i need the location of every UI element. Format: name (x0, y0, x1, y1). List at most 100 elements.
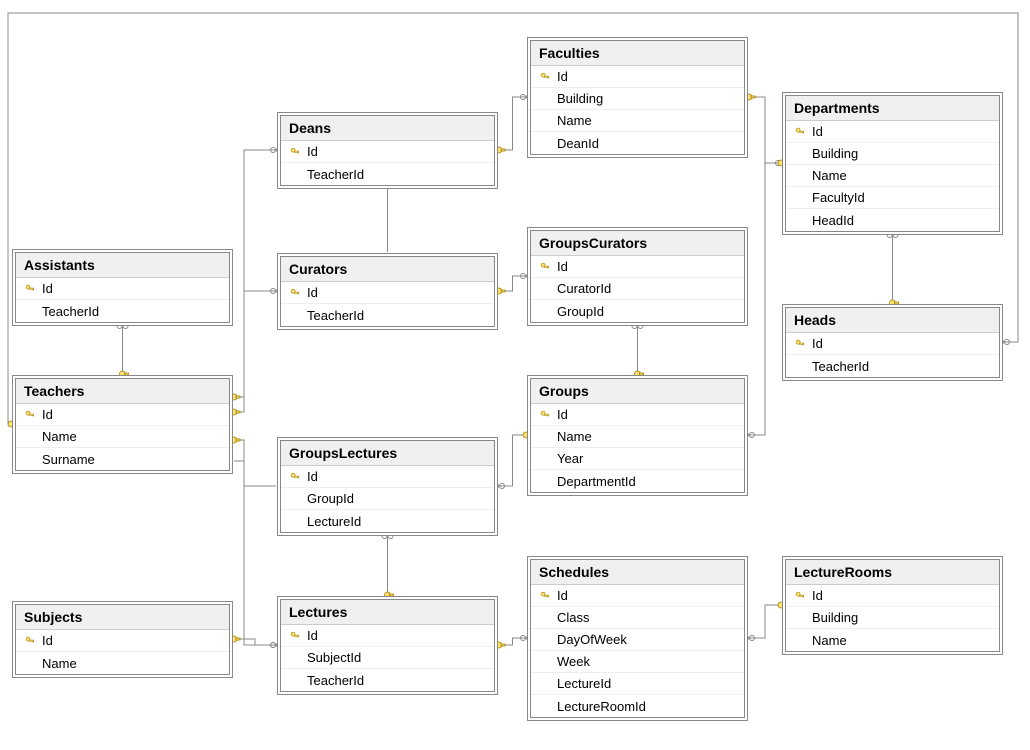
column-name: DepartmentId (553, 474, 636, 489)
column-name: TeacherId (303, 167, 364, 182)
column-name: Id (808, 588, 823, 603)
table-column: Id (531, 585, 744, 607)
table-lectures[interactable]: LecturesIdSubjectIdTeacherId (280, 599, 495, 692)
primary-key-icon (22, 284, 38, 294)
table-title: Heads (786, 308, 999, 333)
table-column: Id (281, 466, 494, 488)
table-column: Id (281, 282, 494, 304)
table-column: Id (16, 630, 229, 652)
table-title: LectureRooms (786, 560, 999, 585)
table-deans[interactable]: DeansIdTeacherId (280, 115, 495, 186)
column-name: Id (553, 588, 568, 603)
primary-key-icon (792, 127, 808, 137)
table-column: TeacherId (16, 300, 229, 322)
column-name: Building (808, 610, 858, 625)
primary-key-icon (537, 262, 553, 272)
column-name: Id (553, 259, 568, 274)
table-column: TeacherId (281, 163, 494, 185)
column-name: Year (553, 451, 583, 466)
table-title: GroupsCurators (531, 231, 744, 256)
table-title: Teachers (16, 379, 229, 404)
relationship-line (499, 97, 526, 150)
column-name: LectureId (303, 514, 361, 529)
relationship-line (749, 163, 781, 435)
primary-key-icon (537, 72, 553, 82)
column-name: TeacherId (808, 359, 869, 374)
column-name: Id (303, 628, 318, 643)
table-column: Id (281, 141, 494, 163)
column-name: Id (303, 469, 318, 484)
column-name: TeacherId (38, 304, 99, 319)
table-groupscurators[interactable]: GroupsCurators Id CuratorId GroupId (530, 230, 745, 323)
table-lecturerooms[interactable]: LectureRooms Id Building Name (785, 559, 1000, 652)
table-column: Name (786, 165, 999, 187)
table-column: Id (531, 66, 744, 88)
primary-key-icon (287, 631, 303, 641)
table-departments[interactable]: Departments Id BuildingNameFacultyId HeadId (785, 95, 1000, 232)
table-groups[interactable]: GroupsId Name Year DepartmentId (530, 378, 745, 493)
relationship-line (234, 440, 276, 645)
table-title: Curators (281, 257, 494, 282)
table-column: TeacherId (281, 669, 494, 691)
relationship-line (499, 638, 526, 645)
column-name: SubjectId (303, 650, 361, 665)
relationship-line (234, 150, 276, 397)
column-name: Id (808, 124, 823, 139)
table-column: FacultyId (786, 187, 999, 209)
column-name: GroupId (553, 304, 604, 319)
table-heads[interactable]: HeadsIdTeacherId (785, 307, 1000, 378)
table-column: SubjectId (281, 647, 494, 669)
primary-key-icon (287, 472, 303, 482)
table-column: Building (786, 143, 999, 165)
column-name: Name (553, 429, 592, 444)
relationship-line (234, 461, 276, 486)
primary-key-icon (22, 410, 38, 420)
table-column: Week (531, 651, 744, 673)
relationship-line (234, 291, 276, 412)
table-groupslectures[interactable]: GroupsLecturesIdGroupIdLectureId (280, 440, 495, 533)
column-name: Week (553, 654, 590, 669)
column-name: GroupId (303, 491, 354, 506)
table-title: Groups (531, 379, 744, 404)
table-column: GroupId (281, 488, 494, 510)
table-column: Name (531, 426, 744, 448)
column-name: LectureId (553, 676, 611, 691)
table-column: TeacherId (786, 355, 999, 377)
column-name: HeadId (808, 213, 854, 228)
table-column: Id (16, 404, 229, 426)
column-name: Id (38, 633, 53, 648)
primary-key-icon (792, 591, 808, 601)
table-teachers[interactable]: Teachers Id Name Surname (15, 378, 230, 471)
table-column: Id (786, 585, 999, 607)
table-schedules[interactable]: SchedulesIdClassDayOfWeekWeekLectureIdLe… (530, 559, 745, 718)
table-column: CuratorId (531, 278, 744, 300)
primary-key-icon (287, 288, 303, 298)
column-name: DayOfWeek (553, 632, 627, 647)
column-name: LectureRoomId (553, 699, 646, 714)
table-column: Name (786, 629, 999, 651)
relationship-line (749, 97, 781, 163)
table-title: Subjects (16, 605, 229, 630)
column-name: Id (38, 281, 53, 296)
table-assistants[interactable]: AssistantsIdTeacherId (15, 252, 230, 323)
table-column: GroupId (531, 300, 744, 322)
table-curators[interactable]: CuratorsId TeacherId (280, 256, 495, 327)
column-name: TeacherId (303, 308, 364, 323)
table-column: DepartmentId (531, 470, 744, 492)
column-name: Building (553, 91, 603, 106)
relationship-line (499, 276, 526, 291)
table-column: Id (531, 404, 744, 426)
column-name: Id (38, 407, 53, 422)
column-name: Name (38, 429, 77, 444)
table-column: LectureId (531, 673, 744, 695)
table-subjects[interactable]: SubjectsIdName (15, 604, 230, 675)
table-column: Id (281, 625, 494, 647)
table-faculties[interactable]: FacultiesIdBuildingNameDeanId (530, 40, 745, 155)
table-column: Id (786, 121, 999, 143)
primary-key-icon (792, 339, 808, 349)
table-title: Departments (786, 96, 999, 121)
column-name: Surname (38, 452, 95, 467)
table-column: DeanId (531, 132, 744, 154)
primary-key-icon (287, 147, 303, 157)
table-column: DayOfWeek (531, 629, 744, 651)
